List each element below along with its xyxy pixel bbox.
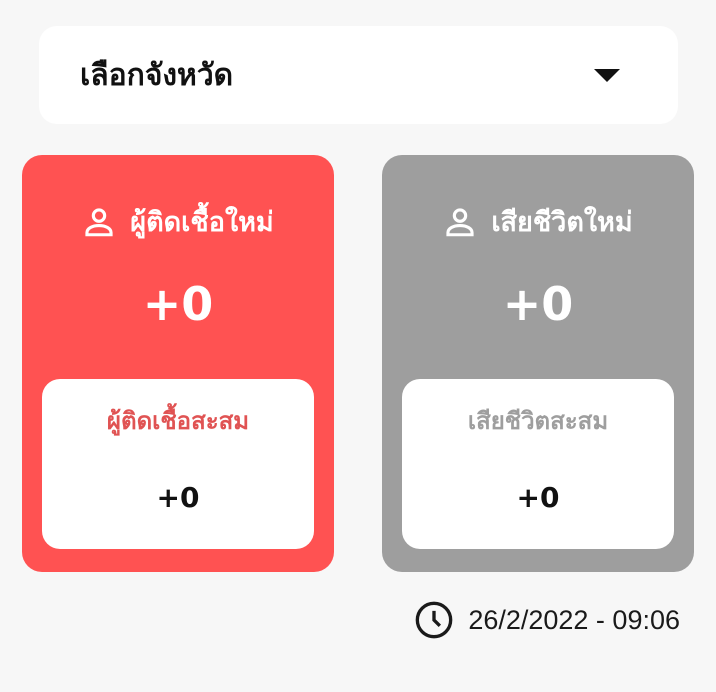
new-infected-header: ผู้ติดเชื้อใหม่ xyxy=(22,200,334,243)
province-dropdown-label: เลือกจังหวัด xyxy=(80,57,234,93)
cumulative-infected-box: ผู้ติดเชื้อสะสม +0 xyxy=(42,379,314,549)
new-deaths-card: เสียชีวิตใหม่ +0 เสียชีวิตสะสม +0 xyxy=(382,155,694,572)
last-updated-text: 26/2/2022 - 09:06 xyxy=(468,604,680,635)
clock-icon xyxy=(414,600,454,640)
last-updated: 26/2/2022 - 09:06 xyxy=(414,600,680,640)
person-icon xyxy=(82,205,116,239)
new-infected-title: ผู้ติดเชื้อใหม่ xyxy=(130,207,274,238)
cumulative-deaths-value: +0 xyxy=(516,481,560,514)
caret-down-icon xyxy=(594,68,620,82)
province-dropdown[interactable]: เลือกจังหวัด xyxy=(39,26,678,124)
cumulative-deaths-label: เสียชีวิตสะสม xyxy=(467,407,609,435)
cumulative-deaths-box: เสียชีวิตสะสม +0 xyxy=(402,379,674,549)
new-deaths-value: +0 xyxy=(502,277,574,331)
new-infected-card: ผู้ติดเชื้อใหม่ +0 ผู้ติดเชื้อสะสม +0 xyxy=(22,155,334,572)
cumulative-infected-value: +0 xyxy=(156,481,200,514)
new-deaths-title: เสียชีวิตใหม่ xyxy=(491,207,633,238)
person-icon xyxy=(443,205,477,239)
new-deaths-header: เสียชีวิตใหม่ xyxy=(382,200,694,243)
new-infected-value: +0 xyxy=(142,277,214,331)
cumulative-infected-label: ผู้ติดเชื้อสะสม xyxy=(106,407,250,435)
